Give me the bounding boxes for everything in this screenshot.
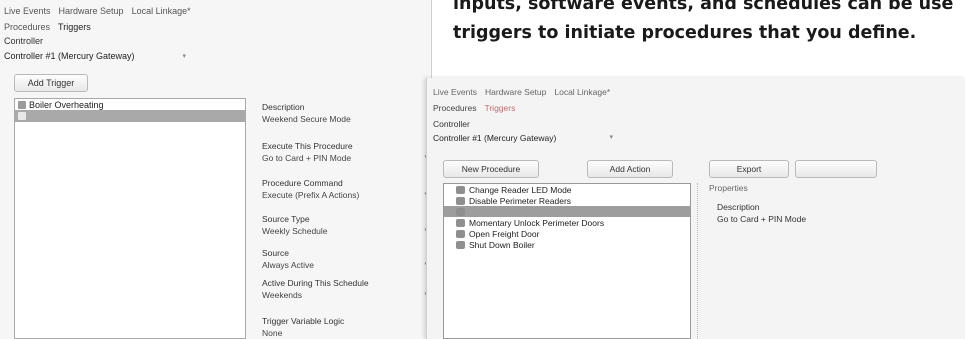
right-sub-tabs: Procedures Triggers (433, 103, 515, 113)
controller-select-value: Controller #1 (Mercury Gateway) (433, 133, 557, 143)
property-value[interactable]: Go to Card + PIN Mode (717, 214, 806, 224)
trigger-icon (18, 100, 26, 109)
controller-select[interactable]: Controller #1 (Mercury Gateway) ▾ (4, 49, 194, 63)
right-main-tabs: Live Events Hardware Setup Local Linkage… (433, 87, 610, 97)
subtab-procedures[interactable]: Procedures (4, 22, 50, 32)
divider (697, 183, 699, 339)
property-value: None (262, 328, 283, 338)
list-item[interactable]: Boiler Overheating (15, 99, 245, 110)
caption-line-1: inputs, software events, and schedules c… (453, 0, 954, 14)
right-window: Live Events Hardware Setup Local Linkage… (426, 78, 965, 339)
controller-label: Controller (433, 119, 470, 129)
tab-hardware-setup[interactable]: Hardware Setup (485, 87, 546, 97)
add-trigger-button[interactable]: Add Trigger (14, 74, 88, 92)
list-item-selected[interactable] (15, 110, 245, 122)
controller-select-value: Controller #1 (Mercury Gateway) (4, 51, 135, 61)
property-description[interactable]: Description Weekend Secure Mode (262, 102, 422, 124)
procedure-list[interactable]: Change Reader LED Mode Disable Perimeter… (443, 183, 691, 339)
property-name: Description (262, 102, 305, 112)
property-value: Weekend Secure Mode (262, 114, 351, 124)
chevron-down-icon: ▾ (609, 134, 613, 141)
left-sub-tabs: Procedures Triggers (0, 22, 91, 32)
procedure-icon (456, 207, 465, 216)
property-name: Description (717, 202, 760, 212)
left-main-tabs: Live Events Hardware Setup Local Linkage… (0, 0, 191, 18)
left-window: Live Events Hardware Setup Local Linkage… (0, 0, 432, 339)
property-source[interactable]: Source Always Active▾ (262, 248, 428, 270)
property-source-type[interactable]: Source Type Weekly Schedule▾ (262, 214, 428, 236)
procedure-item-label: Change Reader LED Mode (469, 184, 572, 195)
property-procedure-command[interactable]: Procedure Command Execute (Prefix A Acti… (262, 178, 428, 200)
tab-live-events[interactable]: Live Events (433, 87, 477, 97)
property-name: Source (262, 248, 289, 258)
procedure-item-label: Shut Down Boiler (469, 239, 535, 250)
property-value: Execute (Prefix A Actions) (262, 190, 360, 200)
trigger-item-label: Boiler Overheating (29, 99, 104, 110)
property-name: Procedure Command (262, 178, 343, 188)
procedure-icon (456, 218, 465, 227)
procedure-icon (456, 185, 465, 194)
property-execute-procedure[interactable]: Execute This Procedure Go to Card + PIN … (262, 141, 428, 163)
tab-live-events[interactable]: Live Events (4, 6, 51, 18)
property-value: Weekly Schedule (262, 226, 328, 236)
controller-select[interactable]: Controller #1 (Mercury Gateway) ▾ (433, 133, 613, 143)
property-value: Go to Card + PIN Mode (262, 153, 352, 163)
property-value: Weekends (262, 290, 303, 300)
list-item[interactable]: Open Freight Door (444, 228, 690, 239)
caption-text: inputs, software events, and schedules c… (453, 0, 965, 48)
tab-hardware-setup[interactable]: Hardware Setup (59, 6, 124, 18)
property-name: Execute This Procedure (262, 141, 353, 151)
list-item[interactable]: Momentary Unlock Perimeter Doors (444, 217, 690, 228)
new-procedure-button[interactable]: New Procedure (443, 160, 539, 178)
property-name: Trigger Variable Logic (262, 316, 345, 326)
subtab-triggers[interactable]: Triggers (58, 22, 91, 32)
procedure-icon (456, 229, 465, 238)
list-item[interactable]: Disable Perimeter Readers (444, 195, 690, 206)
procedure-item-label: Disable Perimeter Readers (469, 195, 572, 206)
property-value: Always Active (262, 260, 314, 270)
property-name: Active During This Schedule (262, 278, 369, 288)
subtab-triggers[interactable]: Triggers (484, 103, 515, 113)
trigger-icon (18, 112, 26, 120)
chevron-down-icon: ▾ (182, 53, 186, 60)
list-item[interactable]: Shut Down Boiler (444, 239, 690, 250)
tab-local-linkage[interactable]: Local Linkage* (554, 87, 610, 97)
tab-local-linkage[interactable]: Local Linkage* (132, 6, 191, 18)
properties-heading: Properties (709, 183, 748, 193)
trigger-list[interactable]: Boiler Overheating (14, 98, 246, 339)
procedure-icon (456, 240, 465, 249)
caption-line-2: triggers to initiate procedures that you… (453, 23, 917, 43)
procedure-icon (456, 196, 465, 205)
controller-label: Controller (4, 36, 44, 46)
property-trigger-variable-logic[interactable]: Trigger Variable Logic None (262, 316, 422, 338)
export-button[interactable]: Export (709, 160, 789, 178)
add-action-button[interactable]: Add Action (587, 160, 673, 178)
property-active-schedule[interactable]: Active During This Schedule Weekends▾ (262, 278, 428, 300)
property-name: Source Type (262, 214, 310, 224)
list-item[interactable]: Change Reader LED Mode (444, 184, 690, 195)
procedure-item-label: Momentary Unlock Perimeter Doors (469, 217, 605, 228)
list-item-selected[interactable] (444, 206, 690, 217)
import-button[interactable] (795, 160, 877, 178)
procedure-item-label: Open Freight Door (469, 228, 540, 239)
subtab-procedures[interactable]: Procedures (433, 103, 476, 113)
